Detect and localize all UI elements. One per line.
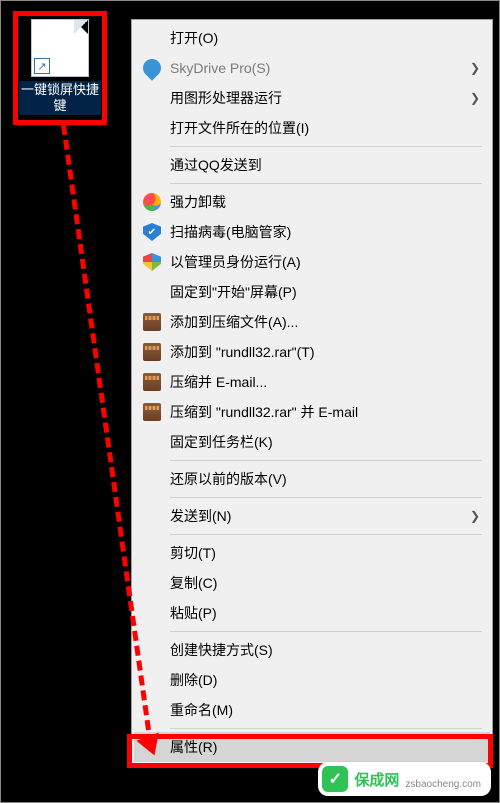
- menu-item-label: SkyDrive Pro(S): [164, 60, 466, 76]
- menu-item-compress-email[interactable]: 压缩并 E-mail...: [134, 367, 490, 397]
- menu-item-compress-rar-email[interactable]: 压缩到 "rundll32.rar" 并 E-mail: [134, 397, 490, 427]
- menu-item-label: 删除(D): [164, 670, 466, 690]
- menu-item-qq-send[interactable]: 通过QQ发送到: [134, 150, 490, 180]
- menu-item-pin-taskbar[interactable]: 固定到任务栏(K): [134, 427, 490, 457]
- menu-item-send-to[interactable]: 发送到(N) ❯: [134, 501, 490, 531]
- chevron-right-icon: ❯: [470, 509, 480, 523]
- menu-separator: [170, 460, 482, 461]
- rar-icon: [140, 403, 164, 421]
- menu-item-rename[interactable]: 重命名(M): [134, 695, 490, 725]
- menu-item-paste[interactable]: 粘贴(P): [134, 598, 490, 628]
- rar-icon: [140, 313, 164, 331]
- menu-separator: [170, 728, 482, 729]
- menu-separator: [170, 146, 482, 147]
- menu-item-label: 添加到 "rundll32.rar"(T): [164, 342, 466, 362]
- chevron-right-icon: ❯: [470, 61, 480, 75]
- menu-item-run-admin[interactable]: 以管理员身份运行(A): [134, 247, 490, 277]
- menu-item-open[interactable]: 打开(O): [134, 23, 490, 53]
- menu-item-label: 发送到(N): [164, 506, 466, 526]
- menu-item-label: 用图形处理器运行: [164, 88, 466, 108]
- menu-item-label: 属性(R): [164, 737, 466, 757]
- menu-item-open-location[interactable]: 打开文件所在的位置(I): [134, 113, 490, 143]
- menu-item-skydrive[interactable]: SkyDrive Pro(S) ❯: [134, 53, 490, 83]
- menu-item-label: 扫描病毒(电脑管家): [164, 222, 466, 242]
- menu-item-delete[interactable]: 删除(D): [134, 665, 490, 695]
- menu-item-label: 添加到压缩文件(A)...: [164, 312, 466, 332]
- watermark-text: 保成网: [354, 769, 399, 790]
- watermark-subtext: zsbaocheng.com: [405, 779, 481, 790]
- menu-item-uninstall[interactable]: 强力卸载: [134, 187, 490, 217]
- context-menu: 打开(O) SkyDrive Pro(S) ❯ 用图形处理器运行 ❯ 打开文件所…: [131, 19, 493, 766]
- menu-item-label: 复制(C): [164, 573, 466, 593]
- menu-item-add-to-rar[interactable]: 添加到 "rundll32.rar"(T): [134, 337, 490, 367]
- watermark-badge: ✓ 保成网 zsbaocheng.com: [318, 762, 491, 796]
- rar-icon: [140, 373, 164, 391]
- menu-separator: [170, 183, 482, 184]
- menu-item-label: 剪切(T): [164, 543, 466, 563]
- menu-item-label: 打开(O): [164, 28, 466, 48]
- menu-item-add-to-archive[interactable]: 添加到压缩文件(A)...: [134, 307, 490, 337]
- menu-item-pin-start[interactable]: 固定到"开始"屏幕(P): [134, 277, 490, 307]
- menu-item-label: 重命名(M): [164, 700, 466, 720]
- menu-item-label: 强力卸载: [164, 192, 466, 212]
- menu-item-label: 压缩到 "rundll32.rar" 并 E-mail: [164, 402, 466, 422]
- flower-icon: [140, 193, 164, 211]
- chevron-right-icon: ❯: [470, 91, 480, 105]
- menu-separator: [170, 534, 482, 535]
- menu-item-label: 粘贴(P): [164, 603, 466, 623]
- menu-item-label: 以管理员身份运行(A): [164, 252, 466, 272]
- watermark-check-icon: ✓: [322, 766, 348, 792]
- menu-item-label: 固定到任务栏(K): [164, 432, 466, 452]
- menu-item-scan-virus[interactable]: ✔ 扫描病毒(电脑管家): [134, 217, 490, 247]
- menu-item-cut[interactable]: 剪切(T): [134, 538, 490, 568]
- skydrive-icon: [140, 59, 164, 77]
- menu-item-label: 固定到"开始"屏幕(P): [164, 282, 466, 302]
- uac-shield-icon: [140, 253, 164, 271]
- menu-separator: [170, 631, 482, 632]
- menu-item-label: 还原以前的版本(V): [164, 469, 466, 489]
- menu-item-label: 创建快捷方式(S): [164, 640, 466, 660]
- menu-separator: [170, 497, 482, 498]
- menu-item-copy[interactable]: 复制(C): [134, 568, 490, 598]
- menu-item-label: 打开文件所在的位置(I): [164, 118, 466, 138]
- menu-item-gpu-run[interactable]: 用图形处理器运行 ❯: [134, 83, 490, 113]
- menu-item-create-shortcut[interactable]: 创建快捷方式(S): [134, 635, 490, 665]
- menu-item-restore-previous[interactable]: 还原以前的版本(V): [134, 464, 490, 494]
- menu-item-label: 压缩并 E-mail...: [164, 372, 466, 392]
- shield-icon: ✔: [140, 223, 164, 241]
- rar-icon: [140, 343, 164, 361]
- annotation-highlight-icon: [13, 11, 107, 125]
- menu-item-label: 通过QQ发送到: [164, 155, 466, 175]
- menu-item-properties[interactable]: 属性(R): [134, 732, 490, 762]
